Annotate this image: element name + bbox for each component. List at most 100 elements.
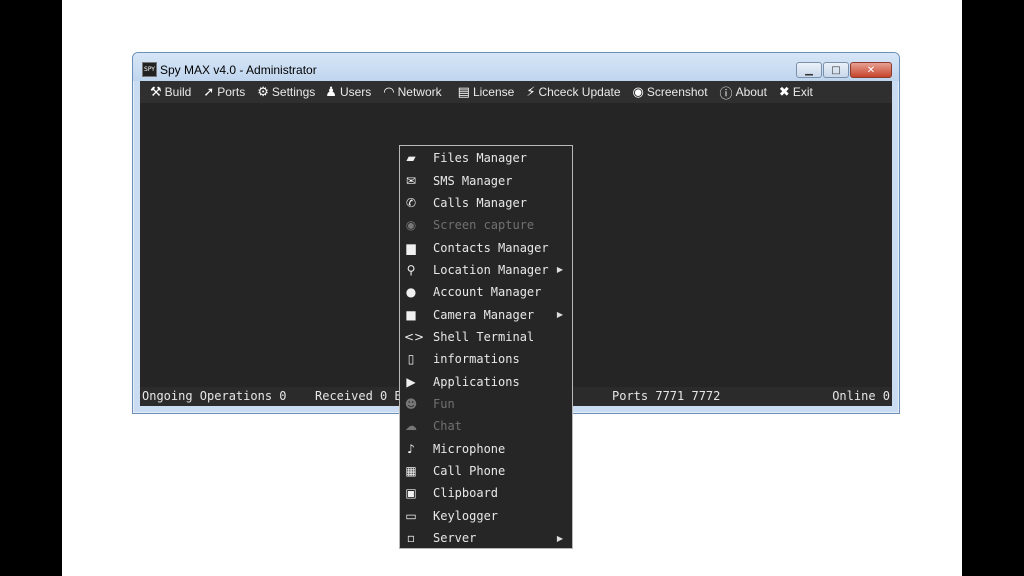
- ctx-label: Calls Manager: [433, 195, 527, 210]
- ctx-call-phone[interactable]: ▦ Call Phone: [400, 460, 572, 482]
- ctx-sms-manager[interactable]: ✉ SMS Manager: [400, 169, 572, 191]
- menu-license-label: License: [472, 85, 515, 99]
- clipboard-icon: ▣: [405, 486, 417, 501]
- status-online: Online 0: [832, 389, 890, 403]
- menu-screenshot-label: Screenshot: [646, 85, 708, 99]
- ctx-label: Call Phone: [433, 463, 506, 478]
- ctx-location-manager[interactable]: ⚲ Location Manager ▶: [400, 259, 572, 281]
- menu-check-update[interactable]: ⚡ Chceck Update: [522, 81, 624, 103]
- status-received: Received 0 B: [315, 389, 402, 403]
- menu-users[interactable]: ♟ Users: [321, 81, 375, 103]
- dialpad-icon: ▦: [405, 463, 417, 478]
- ctx-label: Clipboard: [433, 486, 499, 501]
- menu-bar: ⚒ Build ➚ Ports ⚙ Settings ♟ Users ◠ Net…: [140, 81, 892, 103]
- status-ports: Ports 7771 7772: [612, 389, 721, 403]
- menu-build-label: Build: [164, 85, 192, 99]
- contacts-icon: ▆: [406, 240, 416, 255]
- ctx-label: Account Manager: [433, 285, 542, 300]
- ctx-label: Chat: [433, 419, 462, 434]
- ctx-contacts-manager[interactable]: ▆ Contacts Manager: [400, 236, 572, 258]
- exit-icon: ✖: [778, 84, 790, 100]
- ctx-label: Server: [433, 531, 477, 546]
- envelope-icon: ✉: [405, 173, 417, 188]
- ctx-label: Location Manager: [433, 262, 549, 277]
- context-menu: ▰ Files Manager ✉ SMS Manager ✆ Calls Ma…: [399, 145, 573, 549]
- location-pin-icon: ⚲: [406, 262, 416, 277]
- microphone-icon: ♪: [407, 441, 415, 456]
- close-button[interactable]: ✕: [850, 62, 892, 78]
- ctx-chat: ☁ Chat: [400, 415, 572, 437]
- menu-license[interactable]: ▤ License: [454, 81, 519, 103]
- mobile-icon: ▯: [407, 352, 415, 367]
- menu-settings-label: Settings: [271, 85, 316, 99]
- menu-build[interactable]: ⚒ Build: [146, 81, 195, 103]
- ctx-label: Keylogger: [433, 508, 499, 523]
- ctx-label: Contacts Manager: [433, 240, 549, 255]
- menu-screenshot[interactable]: ◉ Screenshot: [629, 81, 712, 103]
- wifi-icon: ◠: [383, 84, 395, 100]
- license-icon: ▤: [457, 84, 470, 100]
- users-icon: ♟: [325, 84, 337, 100]
- minimize-button[interactable]: ▁: [796, 62, 822, 78]
- ctx-camera-manager[interactable]: ■ Camera Manager ▶: [400, 303, 572, 325]
- phone-icon: ✆: [405, 195, 417, 210]
- menu-users-label: Users: [339, 85, 372, 99]
- play-store-icon: ▶: [406, 374, 416, 389]
- ctx-label: SMS Manager: [433, 173, 513, 188]
- window-controls: ▁ □ ✕: [795, 62, 892, 78]
- submenu-arrow-icon: ▶: [556, 310, 563, 320]
- menu-network[interactable]: ◠ Network: [379, 81, 445, 103]
- menu-about-label: About: [735, 85, 767, 99]
- ctx-informations[interactable]: ▯ informations: [400, 348, 572, 370]
- video-camera-icon: ■: [405, 307, 417, 322]
- ctx-label: Shell Terminal: [433, 329, 535, 344]
- menu-about[interactable]: ⓘ About: [716, 81, 771, 103]
- ctx-label: Camera Manager: [433, 307, 535, 322]
- status-ongoing-operations: Ongoing Operations 0: [142, 389, 287, 403]
- build-icon: ⚒: [150, 84, 162, 100]
- ctx-label: Applications: [433, 374, 520, 389]
- ctx-shell-terminal[interactable]: <> Shell Terminal: [400, 326, 572, 348]
- info-icon: ⓘ: [719, 86, 733, 102]
- menu-settings[interactable]: ⚙ Settings: [253, 81, 319, 103]
- ctx-label: Screen capture: [433, 218, 535, 233]
- ctx-screen-capture: ◉ Screen capture: [400, 214, 572, 236]
- camera-icon: ◉: [405, 218, 417, 233]
- ctx-label: Fun: [433, 396, 455, 411]
- ctx-clipboard[interactable]: ▣ Clipboard: [400, 482, 572, 504]
- ports-icon: ➚: [203, 84, 215, 100]
- keyboard-icon: ▭: [405, 508, 417, 523]
- ctx-calls-manager[interactable]: ✆ Calls Manager: [400, 192, 572, 214]
- user-icon: ●: [405, 285, 417, 300]
- app-icon: SPY: [142, 62, 157, 77]
- code-icon: <>: [404, 329, 425, 344]
- ctx-microphone[interactable]: ♪ Microphone: [400, 437, 572, 459]
- ctx-applications[interactable]: ▶ Applications: [400, 370, 572, 392]
- ctx-label: Microphone: [433, 441, 506, 456]
- ctx-keylogger[interactable]: ▭ Keylogger: [400, 505, 572, 527]
- camera-icon: ◉: [632, 84, 644, 100]
- ctx-label: Files Manager: [433, 151, 527, 166]
- smiley-icon: ☻: [404, 396, 418, 411]
- title-bar[interactable]: SPY Spy MAX v4.0 - Administrator ▁ □ ✕: [133, 53, 899, 81]
- window-title: Spy MAX v4.0 - Administrator: [160, 63, 317, 77]
- settings-icon: ⚙: [257, 84, 269, 100]
- update-icon: ⚡: [526, 84, 536, 100]
- menu-exit[interactable]: ✖ Exit: [775, 81, 817, 103]
- submenu-arrow-icon: ▶: [556, 265, 563, 275]
- ctx-label: informations: [433, 352, 520, 367]
- ctx-account-manager[interactable]: ● Account Manager: [400, 281, 572, 303]
- menu-check-update-label: Chceck Update: [538, 85, 621, 99]
- monitor-icon: ▫: [406, 531, 416, 546]
- chat-bubble-icon: ☁: [405, 419, 417, 434]
- submenu-arrow-icon: ▶: [556, 533, 563, 543]
- menu-exit-label: Exit: [792, 85, 813, 99]
- maximize-button[interactable]: □: [823, 62, 849, 78]
- ctx-server[interactable]: ▫ Server ▶: [400, 527, 572, 549]
- folder-icon: ▰: [406, 151, 416, 166]
- menu-network-label: Network: [397, 85, 442, 99]
- menu-ports-label: Ports: [217, 85, 246, 99]
- ctx-files-manager[interactable]: ▰ Files Manager: [400, 147, 572, 169]
- menu-ports[interactable]: ➚ Ports: [199, 81, 249, 103]
- ctx-fun: ☻ Fun: [400, 393, 572, 415]
